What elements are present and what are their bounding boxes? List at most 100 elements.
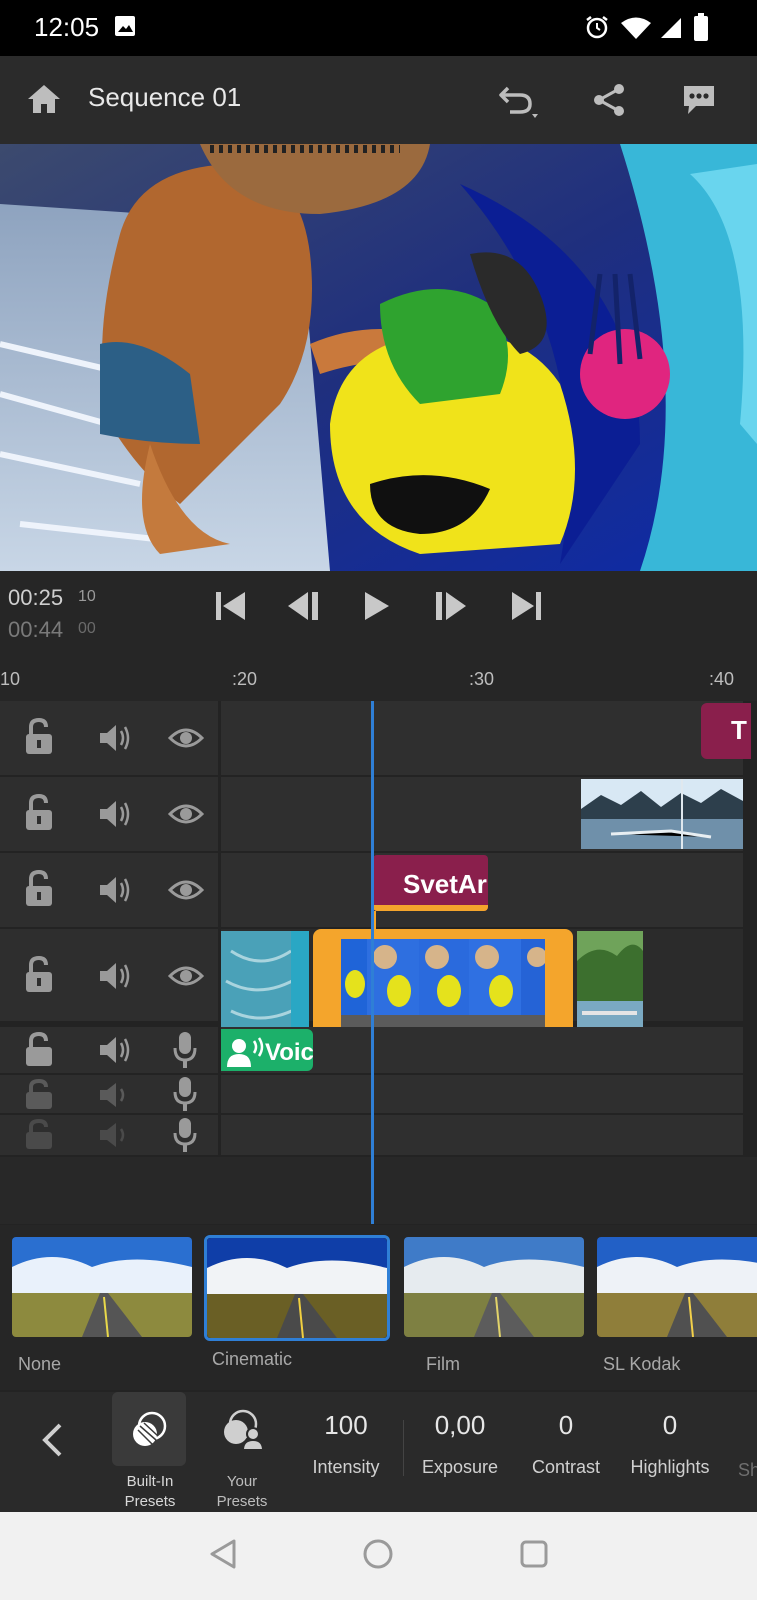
duration-timecode: 00:44 xyxy=(8,617,64,642)
current-frames: 10 xyxy=(78,588,96,605)
microphone-icon[interactable] xyxy=(172,1076,198,1112)
look-preset-none[interactable]: None xyxy=(12,1237,192,1375)
preview-frame-image xyxy=(0,144,757,571)
color-toolbar: Built-In Presets Your Presets 100 Intens… xyxy=(0,1392,757,1512)
battery-icon xyxy=(694,13,708,41)
skip-to-start-icon[interactable] xyxy=(214,589,248,623)
wifi-icon xyxy=(621,17,651,39)
shadows-label-partial[interactable]: Sh xyxy=(738,1460,757,1481)
look-label: Film xyxy=(426,1354,460,1374)
speaker-icon[interactable] xyxy=(98,875,132,905)
home-icon[interactable] xyxy=(26,83,62,115)
contrast-control[interactable]: 0 Contrast xyxy=(520,1392,612,1502)
page-title: Sequence 01 xyxy=(88,82,242,112)
track-lane-2[interactable] xyxy=(221,777,743,851)
status-time: 12:05 xyxy=(34,12,100,42)
speaker-icon[interactable] xyxy=(98,799,132,829)
audio-track-controls-3 xyxy=(0,1115,218,1155)
undo-icon[interactable] xyxy=(498,84,540,118)
skip-to-end-icon[interactable] xyxy=(509,589,543,623)
look-preset-cinematic-selected[interactable] xyxy=(204,1235,390,1341)
speaker-icon[interactable] xyxy=(98,1121,132,1149)
speaker-icon[interactable] xyxy=(98,723,132,753)
exposure-value: 0,00 xyxy=(434,1410,486,1440)
voiceover-icon xyxy=(227,1037,264,1067)
eye-icon[interactable] xyxy=(168,963,204,989)
current-timecode: 00:25 xyxy=(8,585,64,610)
track-lane-1[interactable]: T xyxy=(221,701,751,775)
voice-clip[interactable]: Voic xyxy=(221,1029,313,1071)
audio-lane-3[interactable] xyxy=(221,1115,743,1155)
highlights-value: 0 xyxy=(662,1410,678,1440)
back-chevron-icon[interactable] xyxy=(40,1422,64,1458)
look-thumbnail xyxy=(12,1237,192,1338)
microphone-icon[interactable] xyxy=(172,1117,198,1155)
look-thumbnail xyxy=(597,1237,757,1338)
system-nav-bar xyxy=(0,1512,757,1600)
intensity-value: 100 xyxy=(324,1410,368,1440)
audio-lane-2[interactable] xyxy=(221,1075,743,1113)
lock-open-icon[interactable] xyxy=(24,718,54,756)
lock-open-icon[interactable] xyxy=(24,794,54,832)
transport-bar: 00:25 10 00:44 00 xyxy=(0,571,757,651)
video-clip-mountains[interactable] xyxy=(581,779,743,849)
built-in-presets-label: Built-In Presets xyxy=(124,1473,176,1510)
alarm-icon xyxy=(586,16,608,39)
speaker-icon[interactable] xyxy=(98,1035,132,1065)
video-preview[interactable] xyxy=(0,144,757,571)
contrast-label: Contrast xyxy=(531,1457,601,1477)
track-lane-4[interactable] xyxy=(221,929,743,1040)
eye-icon[interactable] xyxy=(168,877,204,903)
eye-icon[interactable] xyxy=(168,725,204,751)
timeline-tracks: T SvetAr Voic xyxy=(0,701,757,1224)
title-clip[interactable]: T xyxy=(701,703,751,759)
lock-open-icon[interactable] xyxy=(24,870,54,908)
exposure-label: Exposure xyxy=(421,1457,499,1477)
audio-lane-1[interactable]: Voic xyxy=(221,1027,743,1073)
video-clip-water[interactable] xyxy=(221,931,309,1039)
speaker-icon[interactable] xyxy=(98,961,132,991)
nav-recents-icon[interactable] xyxy=(519,1539,549,1569)
your-presets-button[interactable] xyxy=(205,1392,279,1466)
looks-presets-strip: None Cinematic Film SL Kodak xyxy=(0,1225,757,1390)
built-in-presets-button[interactable] xyxy=(112,1392,186,1466)
look-label: None xyxy=(18,1354,62,1374)
lock-open-icon[interactable] xyxy=(24,1032,54,1068)
speaker-icon[interactable] xyxy=(98,1081,132,1109)
video-clip-island[interactable] xyxy=(577,931,643,1039)
audio-track-controls-1 xyxy=(0,1027,218,1073)
track-controls-2 xyxy=(0,777,218,851)
highlights-control[interactable]: 0 Highlights xyxy=(620,1392,720,1502)
look-label: Cinematic xyxy=(212,1349,293,1369)
title-clip-svetar[interactable]: SvetAr xyxy=(373,855,488,911)
track-controls-4 xyxy=(0,929,218,1021)
ruler-tick: :40 xyxy=(709,669,735,689)
selected-video-clip[interactable] xyxy=(313,929,573,1040)
microphone-icon[interactable] xyxy=(172,1031,198,1069)
nav-home-icon[interactable] xyxy=(362,1538,394,1570)
ruler-tick: :20 xyxy=(232,669,258,689)
lock-open-icon[interactable] xyxy=(24,956,54,994)
play-icon[interactable] xyxy=(362,589,392,623)
playhead[interactable] xyxy=(371,701,374,1224)
nav-back-icon[interactable] xyxy=(208,1538,238,1570)
look-preset-film[interactable]: Film xyxy=(404,1237,584,1375)
timeline-empty-area xyxy=(0,1157,757,1224)
intensity-control[interactable]: 100 Intensity xyxy=(298,1392,394,1502)
comments-icon[interactable] xyxy=(682,84,716,116)
step-forward-icon[interactable] xyxy=(433,589,469,623)
timeline-ruler[interactable]: 10 :20 :30 :40 xyxy=(0,651,757,701)
look-preset-sl-kodak[interactable]: SL Kodak xyxy=(597,1237,757,1375)
track-lane-3[interactable]: SvetAr xyxy=(221,853,743,929)
presets-icon xyxy=(133,1411,167,1446)
track-controls-3 xyxy=(0,853,218,927)
step-back-icon[interactable] xyxy=(286,589,322,623)
lock-open-icon[interactable] xyxy=(24,1079,54,1111)
lock-open-icon[interactable] xyxy=(24,1119,54,1151)
exposure-control[interactable]: 0,00 Exposure xyxy=(410,1392,510,1502)
status-bar: 12:05 xyxy=(0,0,757,56)
contrast-value: 0 xyxy=(558,1410,574,1440)
image-notification-icon xyxy=(115,16,135,36)
share-icon[interactable] xyxy=(592,83,626,117)
eye-icon[interactable] xyxy=(168,801,204,827)
